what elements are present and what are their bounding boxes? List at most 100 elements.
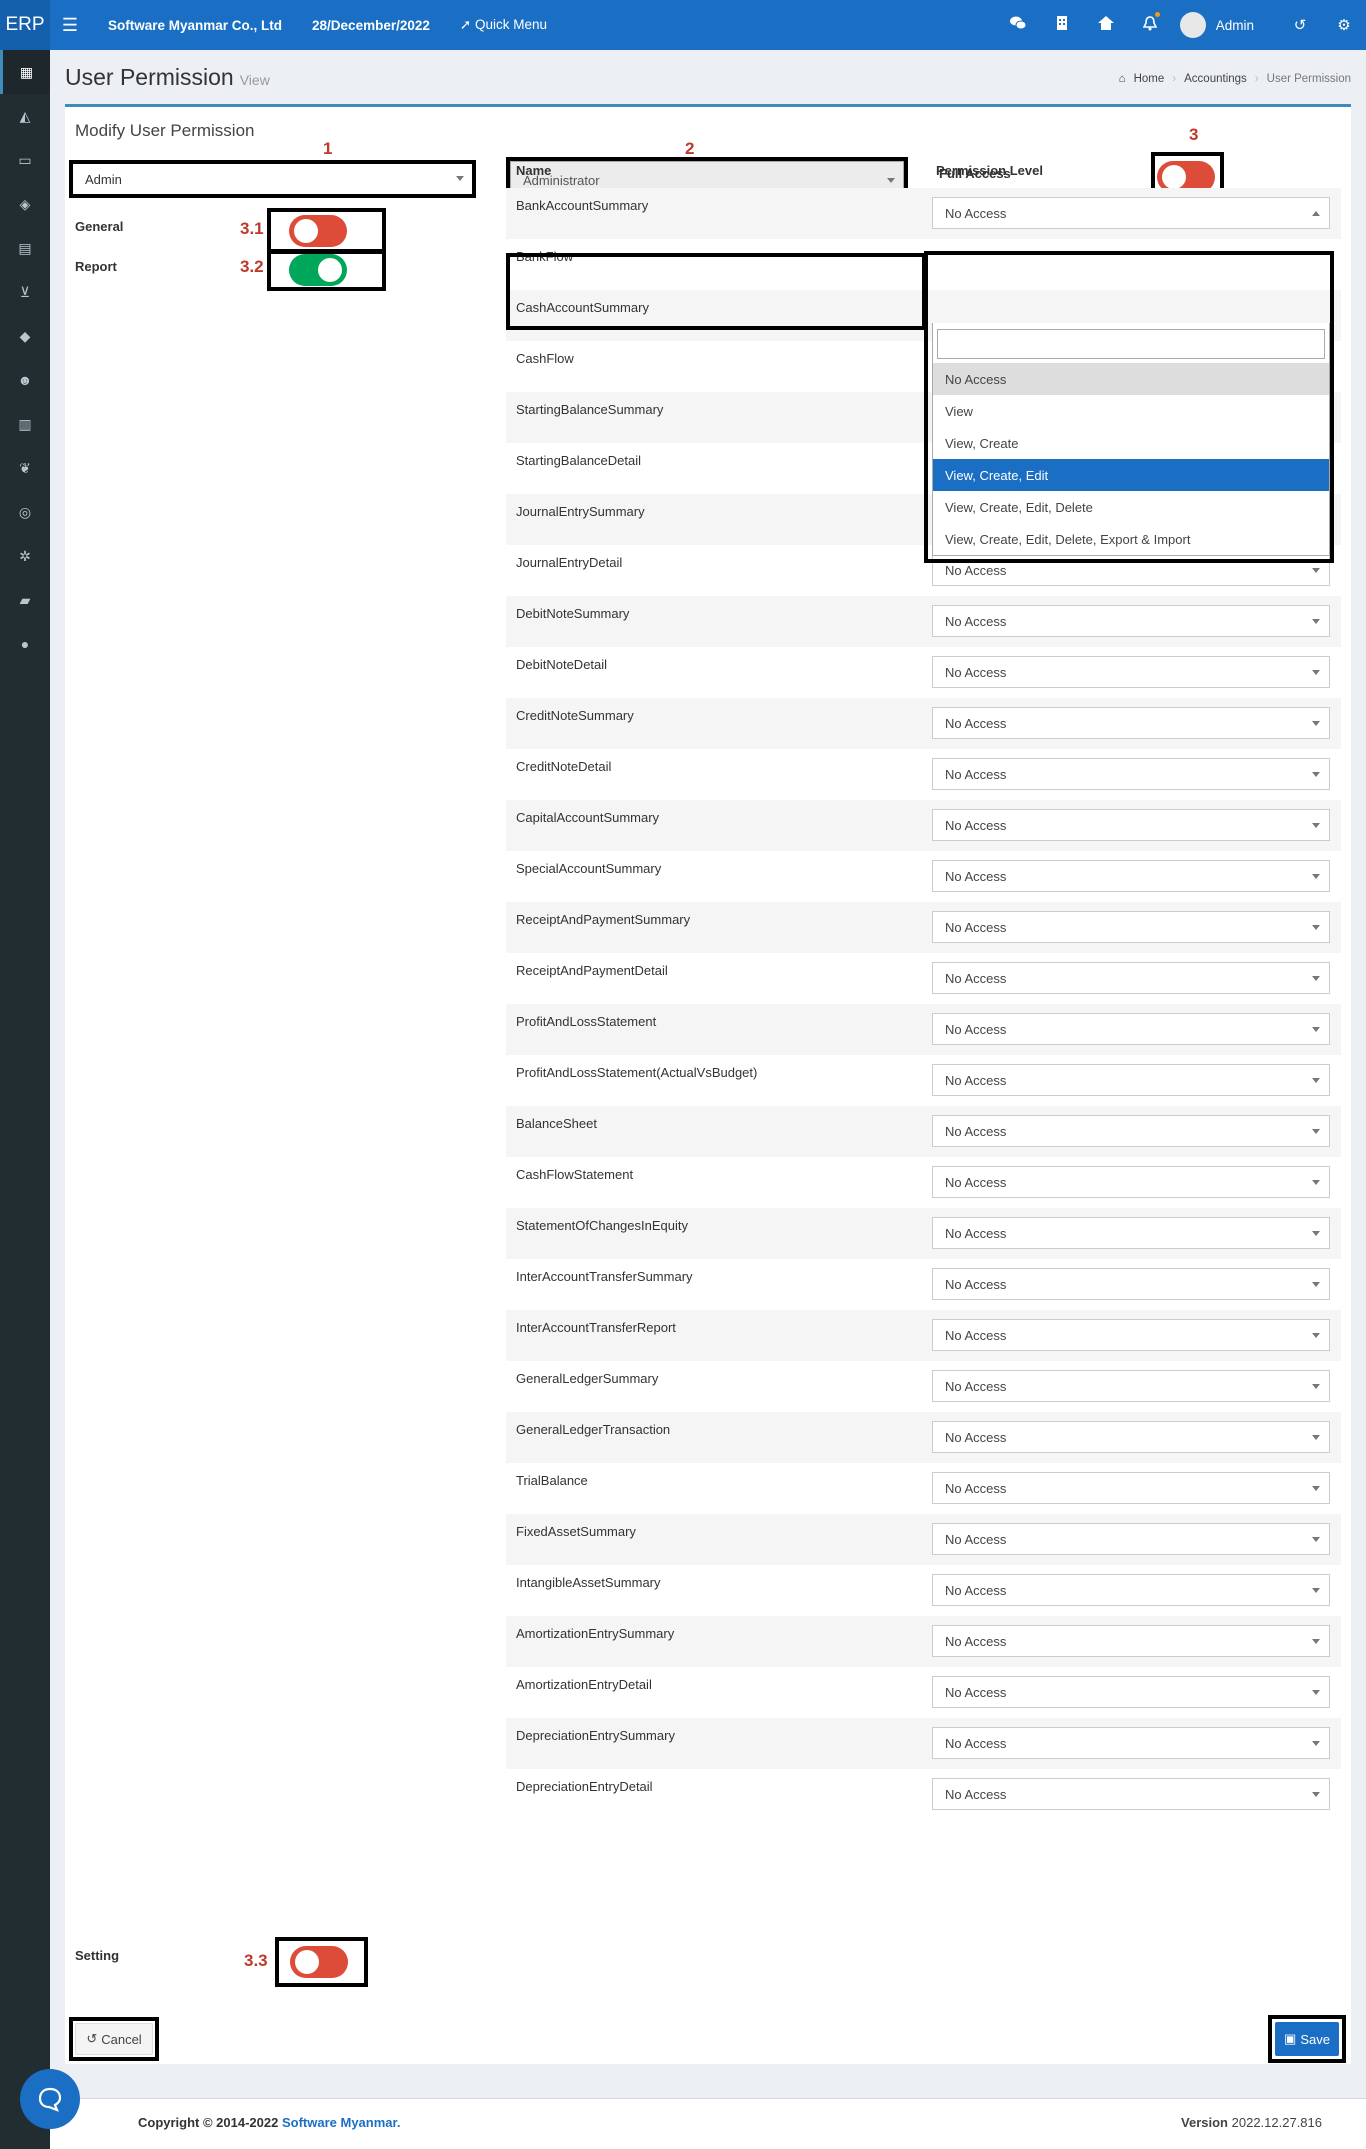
chevron-down-icon — [1312, 1282, 1320, 1287]
area-chart-icon[interactable]: ◭ — [0, 94, 50, 138]
toggle-knob — [295, 1950, 319, 1974]
chevron-down-icon — [1312, 1690, 1320, 1695]
permission-level-select[interactable]: No Access — [932, 656, 1330, 688]
permission-level-select[interactable]: No Access — [932, 1574, 1330, 1606]
gear-icon[interactable]: ⚙ — [1322, 16, 1366, 34]
permission-level-select[interactable]: No Access — [932, 1319, 1330, 1351]
permission-level-select[interactable]: No Access — [932, 1472, 1330, 1504]
users-icon[interactable]: ☻ — [0, 358, 50, 402]
building-icon[interactable] — [1040, 16, 1084, 34]
permission-level-value: No Access — [945, 1786, 1007, 1802]
table-row: GeneralLedgerTransaction No Access — [506, 1412, 1341, 1463]
dropdown-option[interactable]: View, Create, Edit, Delete, Export & Imp… — [933, 523, 1329, 555]
permission-level-value: No Access — [945, 1480, 1007, 1496]
dropdown-option[interactable]: View, Create, Edit, Delete — [933, 491, 1329, 523]
home-icon: ⌂ — [1118, 73, 1126, 85]
highlight-box-name-row — [506, 292, 926, 330]
permission-level-select[interactable]: No Access — [932, 1115, 1330, 1147]
permission-level-select[interactable]: No Access — [932, 1676, 1330, 1708]
permission-name: CreditNoteDetail — [516, 759, 612, 774]
save-button[interactable]: ▣ Save — [1275, 2022, 1339, 2056]
floppy-icon: ▣ — [1284, 2031, 1297, 2046]
table-row: StatementOfChangesInEquity No Access — [506, 1208, 1341, 1259]
calculator-icon[interactable]: ▦ — [0, 50, 50, 94]
permission-level-value: No Access — [945, 817, 1007, 833]
dropdown-option[interactable]: View, Create — [933, 427, 1329, 459]
dropdown-search-input[interactable] — [937, 329, 1325, 359]
chevron-down-icon — [1312, 1537, 1320, 1542]
permission-level-select[interactable]: No Access — [932, 1778, 1330, 1810]
dropdown-option[interactable]: View, Create, Edit — [933, 459, 1329, 491]
permission-level-select[interactable]: No Access — [932, 1625, 1330, 1657]
chevron-down-icon — [1312, 1486, 1320, 1491]
breadcrumb-home[interactable]: Home — [1134, 73, 1165, 85]
permission-level-value: No Access — [945, 1429, 1007, 1445]
report-toggle[interactable] — [289, 254, 347, 286]
credit-card-icon[interactable]: ▭ — [0, 138, 50, 182]
cancel-button[interactable]: ↺ Cancel — [75, 2023, 153, 2055]
table-header: Name Permission Level — [506, 152, 1341, 188]
dropdown-option[interactable]: View — [933, 395, 1329, 427]
permission-level-select[interactable]: No Access — [932, 809, 1330, 841]
clipboard-icon[interactable]: ▤ — [0, 226, 50, 270]
leaf-icon[interactable]: ❦ — [0, 446, 50, 490]
company-link[interactable]: Software Myanmar. — [282, 2115, 401, 2130]
permission-level-select[interactable]: No Access — [932, 1268, 1330, 1300]
permission-level-value: No Access — [945, 1123, 1007, 1139]
chat-icon[interactable] — [996, 16, 1040, 34]
dropdown-option[interactable]: No Access — [933, 363, 1329, 395]
permission-level-select[interactable]: No Access — [932, 1727, 1330, 1759]
diamond-icon[interactable]: ◆ — [0, 314, 50, 358]
user-select[interactable]: Admin — [73, 164, 472, 194]
permission-level-value: No Access — [945, 1021, 1007, 1037]
chevron-up-icon — [1312, 211, 1320, 216]
page-title: User Permission View — [65, 64, 270, 91]
permission-level-select[interactable]: No Access — [932, 1217, 1330, 1249]
bell-icon[interactable] — [1128, 11, 1172, 35]
column-header-permission: Permission Level — [936, 162, 1043, 178]
table-row: DepreciationEntryDetail No Access — [506, 1769, 1341, 1820]
shopping-cart-icon[interactable]: ⊻ — [0, 270, 50, 314]
live-chat-button[interactable] — [20, 2069, 80, 2129]
chevron-down-icon — [1312, 925, 1320, 930]
annotation-3-3: 3.3 — [244, 1951, 268, 1970]
permission-level-select[interactable]: No Access — [932, 1064, 1330, 1096]
breadcrumb-accountings[interactable]: Accountings — [1184, 73, 1247, 85]
table-row: TrialBalance No Access — [506, 1463, 1341, 1514]
permission-level-select[interactable]: No Access — [932, 605, 1330, 637]
app-logo[interactable]: ERP — [0, 0, 50, 50]
permission-level-select[interactable]: No Access — [932, 1523, 1330, 1555]
permission-name: AmortizationEntryDetail — [516, 1677, 652, 1692]
permission-level-select[interactable]: No Access — [932, 1370, 1330, 1402]
permission-level-select[interactable]: No Access — [932, 197, 1330, 229]
home-icon[interactable] — [1084, 16, 1128, 34]
permission-level-select[interactable]: No Access — [932, 962, 1330, 994]
support-icon[interactable]: ◎ — [0, 490, 50, 534]
history-icon[interactable]: ↺ — [1278, 16, 1322, 34]
cube-icon[interactable]: ◈ — [0, 182, 50, 226]
setting-toggle[interactable] — [290, 1946, 348, 1978]
general-toggle[interactable] — [289, 215, 347, 247]
permission-level-select[interactable]: No Access — [932, 758, 1330, 790]
bar-chart-icon[interactable]: ▥ — [0, 402, 50, 446]
permission-level-select[interactable]: No Access — [932, 1166, 1330, 1198]
permission-level-select[interactable]: No Access — [932, 1421, 1330, 1453]
user-avatar[interactable] — [1179, 12, 1206, 38]
permission-name: IntangibleAssetSummary — [516, 1575, 661, 1590]
comment-icon[interactable]: ● — [0, 622, 50, 666]
user-name[interactable]: Admin — [1216, 18, 1254, 33]
permission-level-select[interactable]: No Access — [932, 860, 1330, 892]
notification-dot — [1154, 11, 1160, 17]
menu-toggle-icon[interactable]: ☰ — [50, 15, 90, 36]
book-icon[interactable]: ▰ — [0, 578, 50, 622]
cog-icon[interactable]: ✲ — [0, 534, 50, 578]
quick-menu-link[interactable]: ➚ Quick Menu — [460, 17, 547, 33]
chevron-down-icon — [1312, 1435, 1320, 1440]
breadcrumb-separator: › — [1172, 73, 1177, 85]
permission-level-select[interactable]: No Access — [932, 707, 1330, 739]
version-info: Version 2022.12.27.816 — [1181, 2115, 1322, 2130]
page-footer: Copyright © 2014-2022 Software Myanmar. … — [50, 2098, 1366, 2149]
permission-level-select[interactable]: No Access — [932, 1013, 1330, 1045]
permission-level-select[interactable]: No Access — [932, 911, 1330, 943]
box-title: Modify User Permission — [75, 121, 255, 140]
